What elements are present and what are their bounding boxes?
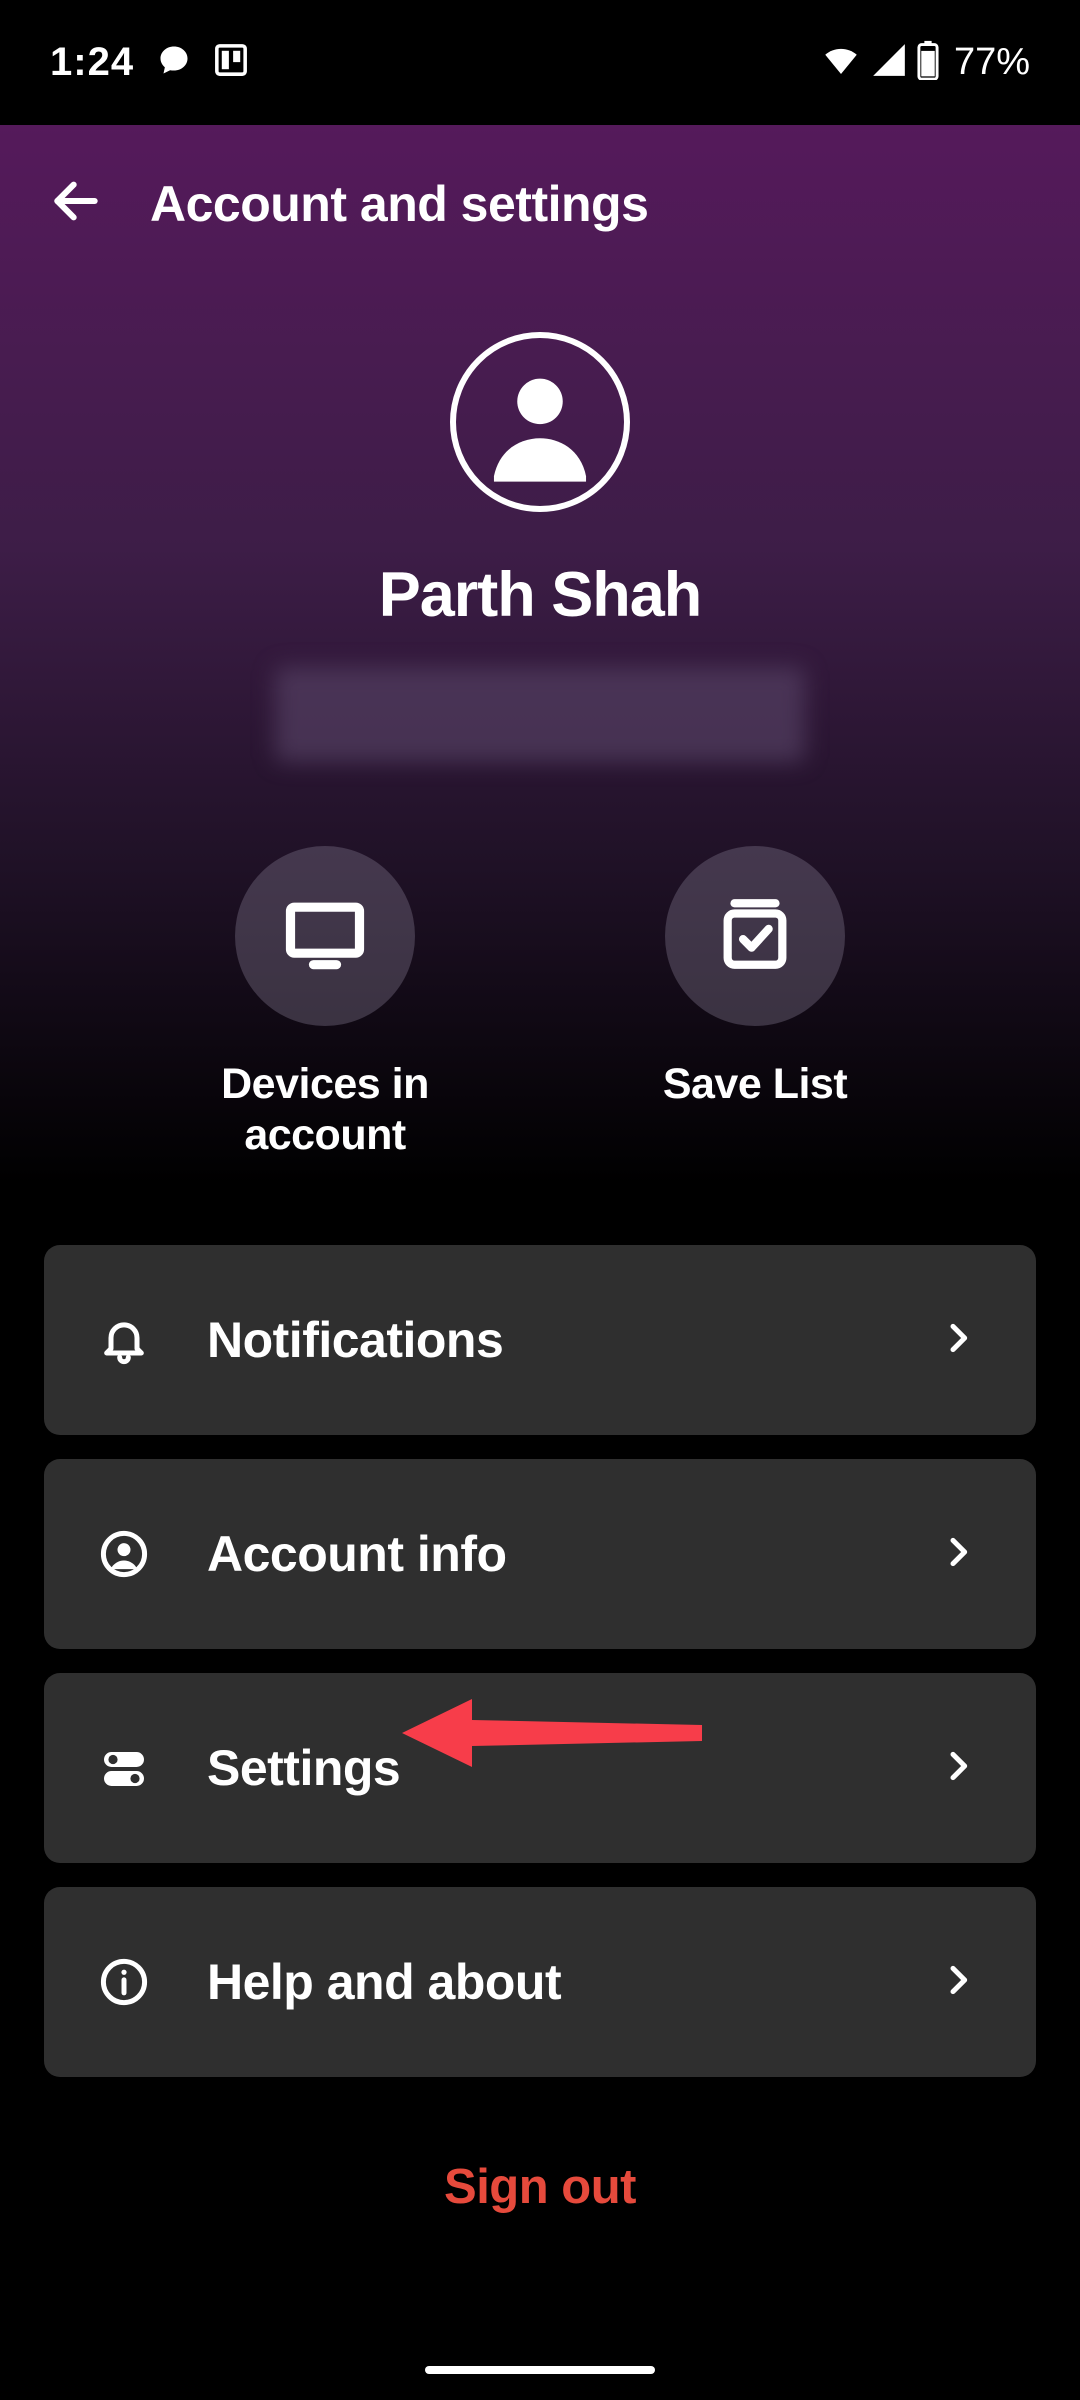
quick-actions: Devices in account Save List — [0, 846, 1080, 1160]
info-circle-icon — [96, 1956, 151, 2008]
trello-icon — [214, 43, 248, 82]
devices-in-account-button[interactable]: Devices in account — [195, 846, 455, 1160]
page-title: Account and settings — [150, 175, 648, 233]
menu-list: Notifications Account info Settings — [0, 1185, 1080, 2077]
chevron-right-icon — [938, 1960, 978, 2005]
tv-monitor-icon — [279, 888, 371, 985]
chevron-right-icon — [938, 1318, 978, 1363]
save-list-icon — [714, 893, 796, 980]
status-left: 1:24 — [50, 40, 248, 85]
sign-out-button[interactable]: Sign out — [0, 2159, 1080, 2215]
user-circle-icon — [96, 1528, 151, 1580]
profile-name: Parth Shah — [379, 559, 702, 631]
header: Account and settings — [0, 125, 1080, 264]
profile-section: Parth Shah — [0, 264, 1080, 762]
menu-item-settings[interactable]: Settings — [44, 1673, 1036, 1863]
profile-email-blurred — [275, 667, 805, 762]
save-list-icon-circle — [665, 846, 845, 1026]
bell-icon — [96, 1314, 151, 1366]
toggles-icon — [96, 1744, 151, 1792]
status-bar: 1:24 77% — [0, 0, 1080, 125]
back-arrow-icon[interactable] — [48, 173, 104, 234]
gradient-area: Account and settings Parth Shah Devices … — [0, 125, 1080, 1185]
screen: 1:24 77% Account and — [0, 0, 1080, 2400]
chevron-right-icon — [938, 1746, 978, 1791]
menu-label: Account info — [207, 1525, 507, 1583]
menu-item-notifications[interactable]: Notifications — [44, 1245, 1036, 1435]
devices-label: Devices in account — [195, 1059, 455, 1160]
save-list-label: Save List — [663, 1059, 847, 1110]
menu-label: Settings — [207, 1739, 400, 1797]
battery-percentage: 77% — [954, 41, 1030, 84]
wifi-icon — [820, 39, 862, 86]
status-right: 77% — [820, 39, 1030, 86]
avatar[interactable] — [450, 332, 630, 512]
menu-item-account-info[interactable]: Account info — [44, 1459, 1036, 1649]
nav-handle[interactable] — [425, 2366, 655, 2374]
chevron-right-icon — [938, 1532, 978, 1577]
signal-icon — [870, 41, 908, 84]
battery-icon — [916, 40, 940, 85]
status-time: 1:24 — [50, 40, 134, 85]
menu-label: Help and about — [207, 1953, 561, 2011]
chat-bubble-icon — [156, 42, 192, 83]
menu-item-help-about[interactable]: Help and about — [44, 1887, 1036, 2077]
save-list-button[interactable]: Save List — [625, 846, 885, 1160]
devices-icon-circle — [235, 846, 415, 1026]
menu-label: Notifications — [207, 1311, 503, 1369]
